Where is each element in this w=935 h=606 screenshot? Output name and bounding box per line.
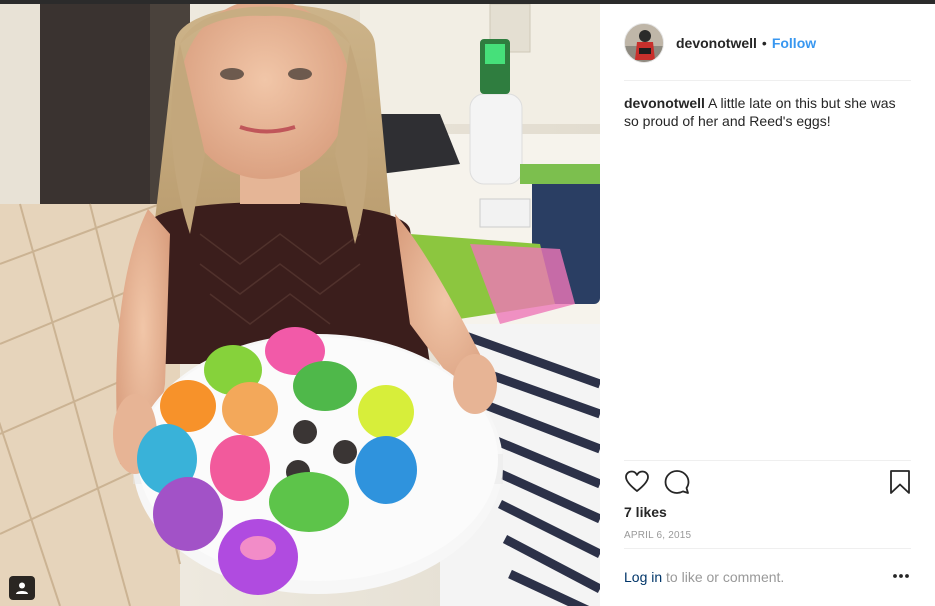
actions-divider	[624, 460, 911, 461]
bookmark-icon	[890, 470, 910, 494]
post-header: devonotwell • Follow	[624, 22, 911, 64]
more-options-icon	[893, 574, 909, 578]
more-options-button[interactable]	[890, 566, 914, 586]
login-suffix: to like or comment.	[662, 569, 785, 585]
comment-bubble-icon	[664, 470, 690, 494]
post-side-panel: devonotwell • Follow devonotwell A littl…	[600, 4, 935, 606]
comment-button[interactable]	[664, 469, 690, 495]
post-actions	[624, 469, 911, 499]
user-tag-button[interactable]	[9, 576, 35, 600]
login-link[interactable]: Log in	[624, 569, 662, 585]
login-prompt: Log in to like or comment.	[624, 569, 911, 585]
person-tag-icon	[16, 582, 28, 594]
header-divider	[624, 80, 911, 81]
post-date: APRIL 6, 2015	[624, 530, 692, 541]
avatar[interactable]	[624, 23, 664, 63]
avatar-image	[625, 24, 663, 62]
likes-count[interactable]: 7 likes	[624, 504, 667, 520]
comment-divider	[624, 548, 911, 549]
header-separator: •	[761, 35, 767, 51]
heart-icon	[625, 470, 649, 492]
photo-image	[0, 4, 600, 606]
header-username[interactable]: devonotwell	[676, 35, 757, 51]
post-caption: devonotwell A little late on this but sh…	[624, 94, 911, 130]
post-photo[interactable]	[0, 4, 600, 606]
like-button[interactable]	[624, 469, 650, 495]
caption-username[interactable]: devonotwell	[624, 95, 705, 111]
follow-button[interactable]: Follow	[772, 35, 816, 51]
save-button[interactable]	[889, 469, 911, 495]
